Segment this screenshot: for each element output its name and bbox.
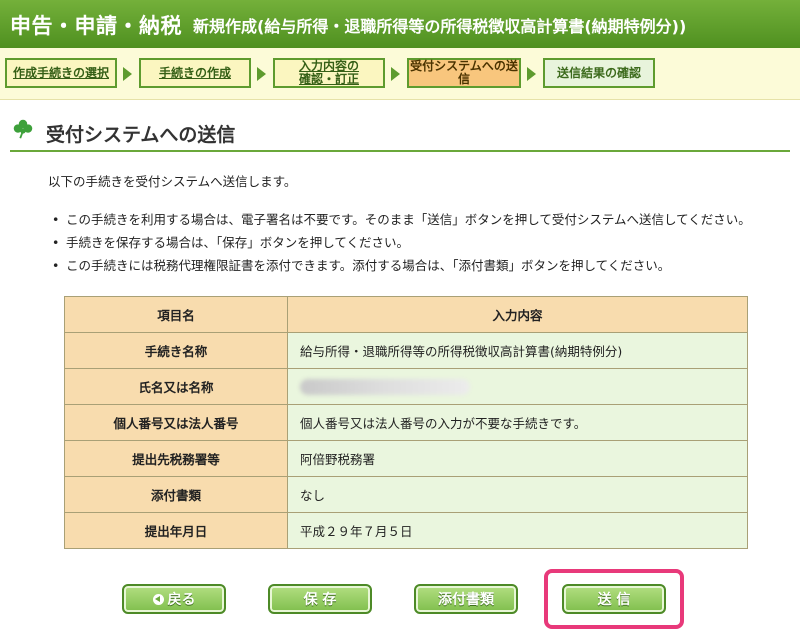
row-label: 手続き名称	[64, 332, 288, 369]
column-header-item: 項目名	[64, 296, 288, 333]
list-item: 手続きを保存する場合は、「保存」ボタンを押してください。	[52, 231, 751, 254]
table-row: 提出先税務署等 阿倍野税務署	[64, 440, 748, 477]
list-item: この手続きを利用する場合は、電子署名は不要です。そのまま「送信」ボタンを押して受…	[52, 208, 751, 231]
step-confirm-input[interactable]: 入力内容の 確認・訂正	[273, 58, 385, 88]
page-title: 受付システムへの送信	[46, 124, 236, 146]
row-label: 個人番号又は法人番号	[64, 404, 288, 441]
send-button[interactable]: 送 信	[562, 584, 666, 614]
row-label: 添付書類	[64, 476, 288, 513]
section-header: 受付システムへの送信	[10, 114, 790, 152]
row-value: 阿倍野税務署	[287, 440, 748, 477]
top-header: 申告・申請・納税 新規作成(給与所得・退職所得等の所得税徴収高計算書(納期特例分…	[0, 0, 800, 48]
back-button[interactable]: 戻る	[122, 584, 226, 614]
table-row: 手続き名称 給与所得・退職所得等の所得税徴収高計算書(納期特例分)	[64, 332, 748, 369]
attach-documents-button[interactable]: 添付書類	[414, 584, 518, 614]
row-value-redacted	[287, 368, 748, 405]
table-row: 提出年月日 平成２９年７月５日	[64, 512, 748, 549]
row-value: 給与所得・退職所得等の所得税徴収高計算書(納期特例分)	[287, 332, 748, 369]
row-value: なし	[287, 476, 748, 513]
app-title: 申告・申請・納税	[10, 14, 182, 38]
table-row: 氏名又は名称	[64, 368, 748, 405]
row-label: 氏名又は名称	[64, 368, 288, 405]
step-create-procedure[interactable]: 手続きの作成	[139, 58, 251, 88]
row-value: 個人番号又は法人番号の入力が不要な手続きです。	[287, 404, 748, 441]
back-button-label: 戻る	[167, 592, 196, 608]
step-send-to-reception: 受付システムへの送 信	[407, 58, 521, 88]
step-arrow-icon	[123, 67, 132, 81]
step-arrow-icon	[391, 67, 400, 81]
step-send-result: 送信結果の確認	[543, 58, 655, 88]
table-row: 個人番号又は法人番号 個人番号又は法人番号の入力が不要な手続きです。	[64, 404, 748, 441]
row-value: 平成２９年７月５日	[287, 512, 748, 549]
save-button[interactable]: 保 存	[268, 584, 372, 614]
column-header-content: 入力内容	[287, 296, 748, 333]
redacted-name	[300, 378, 470, 395]
table-header-row: 項目名 入力内容	[64, 296, 748, 333]
table-row: 添付書類 なし	[64, 476, 748, 513]
document-title: 新規作成(給与所得・退職所得等の所得税徴収高計算書(納期特例分))	[193, 17, 687, 36]
step-select-procedure[interactable]: 作成手続きの選択	[5, 58, 117, 88]
progress-steps: 作成手続きの選択 手続きの作成 入力内容の 確認・訂正 受付システムへの送 信 …	[0, 48, 800, 100]
intro-text: 以下の手続きを受付システムへ送信します。	[48, 174, 297, 189]
instruction-list: この手続きを利用する場合は、電子署名は不要です。そのまま「送信」ボタンを押して受…	[52, 208, 751, 277]
row-label: 提出先税務署等	[64, 440, 288, 477]
clover-icon	[13, 119, 33, 139]
step-arrow-icon	[257, 67, 266, 81]
step-arrow-icon	[527, 67, 536, 81]
back-arrow-icon	[152, 593, 164, 605]
row-label: 提出年月日	[64, 512, 288, 549]
submission-summary-table: 項目名 入力内容 手続き名称 給与所得・退職所得等の所得税徴収高計算書(納期特例…	[64, 296, 748, 549]
list-item: この手続きには税務代理権限証書を添付できます。添付する場合は、「添付書類」ボタン…	[52, 254, 751, 277]
